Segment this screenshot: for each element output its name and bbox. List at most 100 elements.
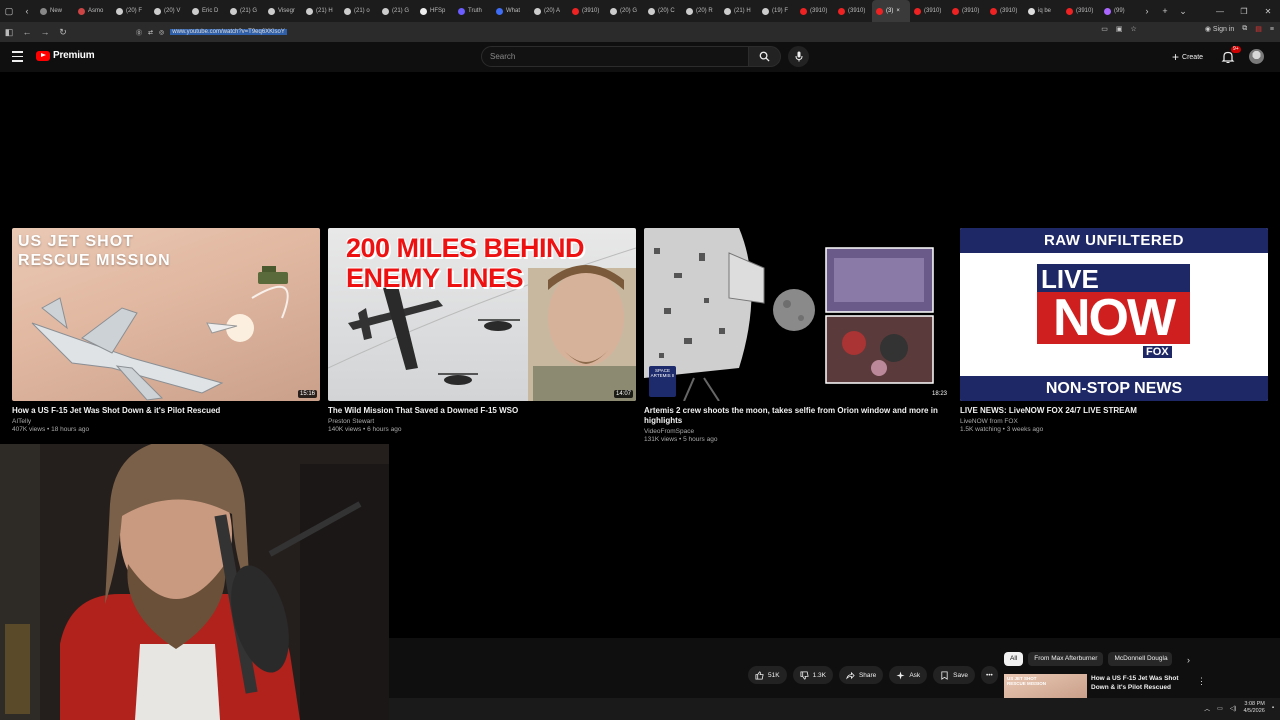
more-horizontal-icon: ••• [985, 671, 993, 679]
chevron-right-icon[interactable]: › [1187, 655, 1190, 665]
video-thumbnail[interactable]: SPACE ARTEMIS II 18:23 [644, 228, 952, 401]
browser-tab[interactable]: (21) o [340, 0, 378, 22]
browser-tab[interactable]: (3910) [568, 0, 606, 22]
channel-name[interactable]: VideoFromSpace [644, 428, 952, 435]
close-tab-icon[interactable]: × [896, 8, 900, 14]
browser-tab[interactable]: (21) H [302, 0, 340, 22]
browser-tab[interactable]: (20) A [530, 0, 568, 22]
hamburger-menu-icon[interactable] [12, 51, 23, 62]
tab-search-icon[interactable]: ⌄ [1174, 6, 1192, 17]
video-title[interactable]: LIVE NEWS: LiveNOW FOX 24/7 LIVE STREAM [960, 406, 1268, 416]
browser-tab[interactable]: Eric D [188, 0, 226, 22]
more-vertical-icon[interactable]: ⋮ [1197, 676, 1206, 687]
browser-tab[interactable]: HFSp [416, 0, 454, 22]
channel-name[interactable]: LiveNOW from FOX [960, 418, 1268, 425]
browser-tab[interactable]: (99) [1100, 0, 1138, 22]
browser-tab[interactable]: (20) C [644, 0, 682, 22]
video-title[interactable]: Artemis 2 crew shoots the moon, takes se… [644, 406, 952, 426]
browser-tab[interactable]: (3910) [910, 0, 948, 22]
browser-tab[interactable]: (20) R [682, 0, 720, 22]
tray-expand-icon[interactable]: ︿ [1204, 704, 1210, 713]
tab-scroll-right-icon[interactable]: › [1138, 6, 1156, 16]
browser-tab[interactable]: (3910) [986, 0, 1024, 22]
extensions-icon[interactable]: ⧉ [1242, 25, 1247, 33]
sidebar-toggle-icon[interactable]: ◧ [0, 27, 18, 38]
screenshot-icon[interactable]: ▭ [1101, 25, 1108, 33]
like-button[interactable]: 51K [748, 666, 787, 684]
plus-icon: + [1172, 50, 1180, 64]
browser-tab[interactable]: New [36, 0, 74, 22]
sign-in-button[interactable]: ◉ Sign in [1205, 25, 1234, 33]
favorite-star-icon[interactable]: ☆ [1131, 25, 1137, 33]
channel-name[interactable]: AITelly [12, 418, 320, 425]
video-thumbnail[interactable]: RAW UNFILTERED LIVE NOW FOX NON-STOP NEW… [960, 228, 1268, 401]
browser-tab[interactable]: (20) V [150, 0, 188, 22]
speaker-icon[interactable]: ◁) [1230, 705, 1237, 712]
reload-button[interactable]: ↻ [54, 27, 72, 38]
video-thumbnail[interactable]: 200 MILES BEHIND ENEMY LINES 14:07 [328, 228, 636, 401]
browser-tab[interactable]: Truth [454, 0, 492, 22]
search-input[interactable]: Search [481, 46, 749, 67]
browser-tab[interactable]: (19) F [758, 0, 796, 22]
chip-topic[interactable]: McDonnell Dougla [1108, 652, 1173, 666]
more-actions-button[interactable]: ••• [980, 666, 998, 684]
video-title[interactable]: The Wild Mission That Saved a Downed F-1… [328, 406, 636, 416]
save-button[interactable]: Save [933, 666, 975, 684]
browser-tab[interactable]: iq be [1024, 0, 1062, 22]
browser-tab[interactable]: (3910) [1062, 0, 1100, 22]
browser-tab[interactable]: What [492, 0, 530, 22]
back-button[interactable]: ← [18, 27, 36, 37]
video-card[interactable]: 200 MILES BEHIND ENEMY LINES 14:07 The W… [328, 228, 636, 433]
tab-favicon-icon [648, 7, 655, 15]
site-info-icon[interactable]: ⓪ [136, 28, 142, 37]
search-button[interactable] [749, 46, 781, 67]
reader-view-icon[interactable]: ▣ [1116, 25, 1123, 33]
like-count: 51K [768, 671, 780, 679]
tab-scroll-left-icon[interactable]: ‹ [18, 6, 36, 16]
notification-center-icon[interactable]: ▪ [1272, 705, 1274, 711]
browser-tab[interactable]: (3) × [872, 0, 910, 22]
new-tab-button[interactable]: + [1156, 6, 1174, 16]
browser-tab[interactable]: (21) H [720, 0, 758, 22]
video-title[interactable]: How a US F-15 Jet Was Shot Down & it's P… [12, 406, 320, 416]
voice-search-button[interactable] [788, 46, 809, 67]
create-button[interactable]: + Create [1166, 49, 1209, 65]
tab-actions-icon[interactable]: ▢ [0, 6, 18, 17]
browser-tab[interactable]: (21) G [378, 0, 416, 22]
browser-tab[interactable]: (21) G [226, 0, 264, 22]
address-bar[interactable]: ⓪ ⇄ ◎ www.youtube.com/watch?v=T9eq6XKlso… [136, 26, 287, 38]
video-card[interactable]: RAW UNFILTERED LIVE NOW FOX NON-STOP NEW… [960, 228, 1268, 433]
minimize-button[interactable]: — [1208, 7, 1232, 16]
tracking-icon[interactable]: ◎ [159, 29, 164, 36]
browser-tab[interactable]: (20) F [112, 0, 150, 22]
browser-tab[interactable]: Visegr [264, 0, 302, 22]
chip-all[interactable]: All [1004, 652, 1024, 666]
channel-name[interactable]: Preston Stewart [328, 418, 636, 425]
browser-menu-icon[interactable]: ≡ [1270, 26, 1274, 33]
share-button[interactable]: Share [838, 666, 884, 684]
profile-extension-icon[interactable]: ▤ [1255, 25, 1262, 33]
network-icon[interactable]: ▭ [1217, 705, 1223, 712]
youtube-premium-logo[interactable]: Premium [36, 50, 95, 61]
maximize-button[interactable]: ❐ [1232, 7, 1256, 16]
browser-tab[interactable]: (3910) [796, 0, 834, 22]
dislike-button[interactable]: 1.3K [792, 666, 833, 684]
browser-tab[interactable]: (3910) [834, 0, 872, 22]
video-thumbnail[interactable]: US JET SHOT RESCUE MISSION 15:16 [12, 228, 320, 401]
url-text[interactable]: www.youtube.com/watch?v=T9eq6XKlsoY [170, 29, 287, 35]
recommended-title[interactable]: How a US F-15 Jet Was Shot Down & it's P… [1091, 674, 1191, 692]
account-avatar[interactable] [1249, 49, 1264, 64]
recommended-video[interactable]: US JET SHOT RESCUE MISSION How a US F-15… [1004, 674, 1224, 698]
video-card[interactable]: SPACE ARTEMIS II 18:23 Artemis 2 crew sh… [644, 228, 952, 443]
clock[interactable]: 3:08 PM 4/5/2026 [1243, 701, 1264, 715]
video-card[interactable]: US JET SHOT RESCUE MISSION 15:16 How a U… [12, 228, 320, 433]
permissions-icon[interactable]: ⇄ [148, 29, 153, 36]
forward-button[interactable]: → [36, 27, 54, 37]
chip-from-channel[interactable]: From Max Afterburner [1028, 652, 1104, 666]
browser-tab[interactable]: (20) G [606, 0, 644, 22]
recommended-thumbnail[interactable]: US JET SHOT RESCUE MISSION [1004, 674, 1087, 698]
ask-button[interactable]: Ask [889, 666, 928, 684]
close-window-button[interactable]: ✕ [1256, 7, 1280, 16]
browser-tab[interactable]: (3910) [948, 0, 986, 22]
browser-tab[interactable]: Asmo [74, 0, 112, 22]
